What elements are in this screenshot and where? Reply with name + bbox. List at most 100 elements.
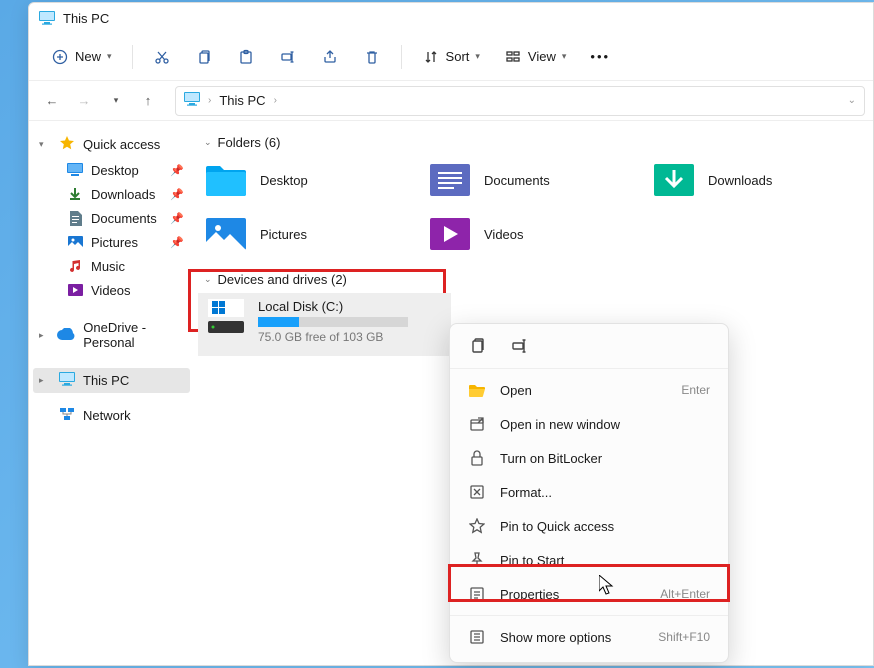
delete-button[interactable]: [353, 42, 391, 72]
pin-icon: 📌: [170, 164, 184, 177]
ctx-more-options[interactable]: Show more options Shift+F10: [450, 620, 728, 654]
this-pc-icon: [184, 92, 200, 109]
this-pc-icon: [59, 372, 75, 389]
chevron-down-icon[interactable]: ⌄: [848, 95, 856, 106]
network-icon: [59, 407, 75, 424]
chevron-down-icon: ⌄: [204, 137, 212, 148]
share-button[interactable]: [311, 42, 349, 72]
trash-icon: [363, 48, 381, 66]
cut-button[interactable]: [143, 42, 181, 72]
nav-row: ← → ▾ ↑ › This PC › ⌄: [29, 81, 873, 121]
paste-button[interactable]: [227, 42, 265, 72]
drive-label: Local Disk (C:): [258, 299, 441, 314]
drive-local-disk-c[interactable]: Local Disk (C:) 75.0 GB free of 103 GB: [198, 293, 451, 356]
copy-icon[interactable]: [468, 336, 488, 356]
drive-icon: [208, 299, 244, 335]
sort-icon: [422, 48, 440, 66]
new-button[interactable]: New ▾: [41, 42, 122, 72]
ctx-pin-quick[interactable]: Pin to Quick access: [450, 509, 728, 543]
pin-icon: 📌: [170, 236, 184, 249]
new-window-icon: [468, 415, 486, 433]
picture-icon: [67, 234, 83, 250]
sidebar-item-quick-access[interactable]: ▾ Quick access: [33, 131, 190, 158]
sort-button[interactable]: Sort ▾: [412, 42, 490, 72]
copy-button[interactable]: [185, 42, 223, 72]
rename-button[interactable]: [269, 42, 307, 72]
star-icon: [59, 135, 75, 154]
view-icon: [504, 48, 522, 66]
file-explorer-window: This PC New ▾ Sort ▾ View ▾ ••• ← → ▾ ↑: [28, 2, 874, 666]
ctx-open-new-window[interactable]: Open in new window: [450, 407, 728, 441]
scissors-icon: [153, 48, 171, 66]
recent-button[interactable]: ▾: [101, 86, 131, 116]
back-button[interactable]: ←: [37, 86, 67, 116]
ctx-bitlocker[interactable]: Turn on BitLocker: [450, 441, 728, 475]
chevron-down-icon: ▾: [562, 51, 567, 62]
view-button[interactable]: View ▾: [494, 42, 576, 72]
highlight-properties: [448, 564, 730, 602]
section-folders[interactable]: ⌄ Folders (6): [204, 135, 867, 150]
sidebar-item-onedrive[interactable]: ▸ OneDrive - Personal: [33, 316, 190, 354]
folder-downloads[interactable]: Downloads: [648, 156, 866, 204]
forward-button[interactable]: →: [69, 86, 99, 116]
sidebar-item-network[interactable]: ▸ Network: [33, 403, 190, 428]
format-icon: [468, 483, 486, 501]
folder-videos[interactable]: Videos: [424, 210, 642, 258]
folder-pictures-icon: [206, 217, 246, 251]
video-icon: [67, 282, 83, 298]
share-icon: [321, 48, 339, 66]
sidebar: ▾ Quick access Desktop 📌 Downloads 📌 Doc…: [29, 121, 194, 665]
copy-icon: [195, 48, 213, 66]
chevron-right-icon: ▸: [39, 375, 51, 386]
sidebar-item-music[interactable]: Music: [33, 254, 190, 278]
chevron-right-icon: ›: [274, 95, 277, 106]
paste-icon: [237, 48, 255, 66]
chevron-down-icon: ▾: [475, 51, 480, 62]
pin-icon: 📌: [170, 188, 184, 201]
folder-downloads-icon: [654, 163, 694, 197]
address-segment[interactable]: This PC: [219, 93, 265, 108]
lock-icon: [468, 449, 486, 467]
address-bar[interactable]: › This PC › ⌄: [175, 86, 865, 116]
ellipsis-icon: •••: [590, 49, 610, 64]
pin-icon: 📌: [170, 212, 184, 225]
context-menu: Open Enter Open in new window Turn on Bi…: [449, 323, 729, 663]
up-button[interactable]: ↑: [133, 86, 163, 116]
chevron-right-icon: ▸: [39, 330, 49, 341]
toolbar: New ▾ Sort ▾ View ▾ •••: [29, 33, 873, 81]
folder-pictures[interactable]: Pictures: [200, 210, 418, 258]
rename-icon[interactable]: [510, 336, 530, 356]
sidebar-item-videos[interactable]: Videos: [33, 278, 190, 302]
document-icon: [67, 210, 83, 226]
folder-desktop[interactable]: Desktop: [200, 156, 418, 204]
this-pc-icon: [39, 11, 55, 25]
folder-documents-icon: [430, 163, 470, 197]
more-button[interactable]: •••: [580, 43, 620, 70]
ctx-open[interactable]: Open Enter: [450, 373, 728, 407]
chevron-down-icon: ▾: [39, 139, 51, 150]
folder-icon: [206, 163, 246, 197]
folder-open-icon: [468, 381, 486, 399]
storage-label: 75.0 GB free of 103 GB: [258, 330, 441, 344]
download-icon: [67, 186, 83, 202]
sidebar-item-this-pc[interactable]: ▸ This PC: [33, 368, 190, 393]
chevron-right-icon: ›: [208, 95, 211, 106]
sidebar-item-downloads[interactable]: Downloads 📌: [33, 182, 190, 206]
chevron-down-icon: ▾: [107, 51, 112, 62]
cloud-icon: [57, 328, 75, 343]
sidebar-item-documents[interactable]: Documents 📌: [33, 206, 190, 230]
plus-circle-icon: [51, 48, 69, 66]
ctx-format[interactable]: Format...: [450, 475, 728, 509]
storage-bar: [258, 317, 408, 327]
more-icon: [468, 628, 486, 646]
desktop-icon: [67, 162, 83, 178]
rename-icon: [279, 48, 297, 66]
folder-documents[interactable]: Documents: [424, 156, 642, 204]
music-icon: [67, 258, 83, 274]
star-outline-icon: [468, 517, 486, 535]
sidebar-item-desktop[interactable]: Desktop 📌: [33, 158, 190, 182]
sidebar-item-pictures[interactable]: Pictures 📌: [33, 230, 190, 254]
title-bar: This PC: [29, 3, 873, 33]
title-text: This PC: [63, 11, 109, 26]
folder-videos-icon: [430, 217, 470, 251]
